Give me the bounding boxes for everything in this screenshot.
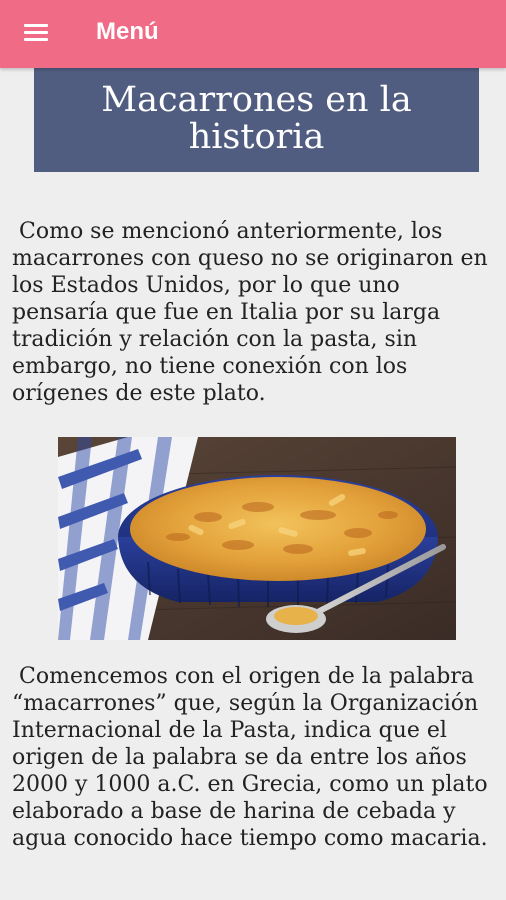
article-title: Macarrones en la historia [34, 68, 479, 172]
article-paragraph-2: Comencemos con el origen de la palabra “… [12, 664, 495, 851]
menu-title[interactable]: Menú [96, 17, 159, 47]
app-bar: Menú [0, 0, 506, 68]
mac-and-cheese-photo [58, 437, 456, 640]
article-paragraph-1: Como se mencionó anteriormente, los maca… [12, 219, 495, 406]
hamburger-icon[interactable] [14, 18, 58, 50]
